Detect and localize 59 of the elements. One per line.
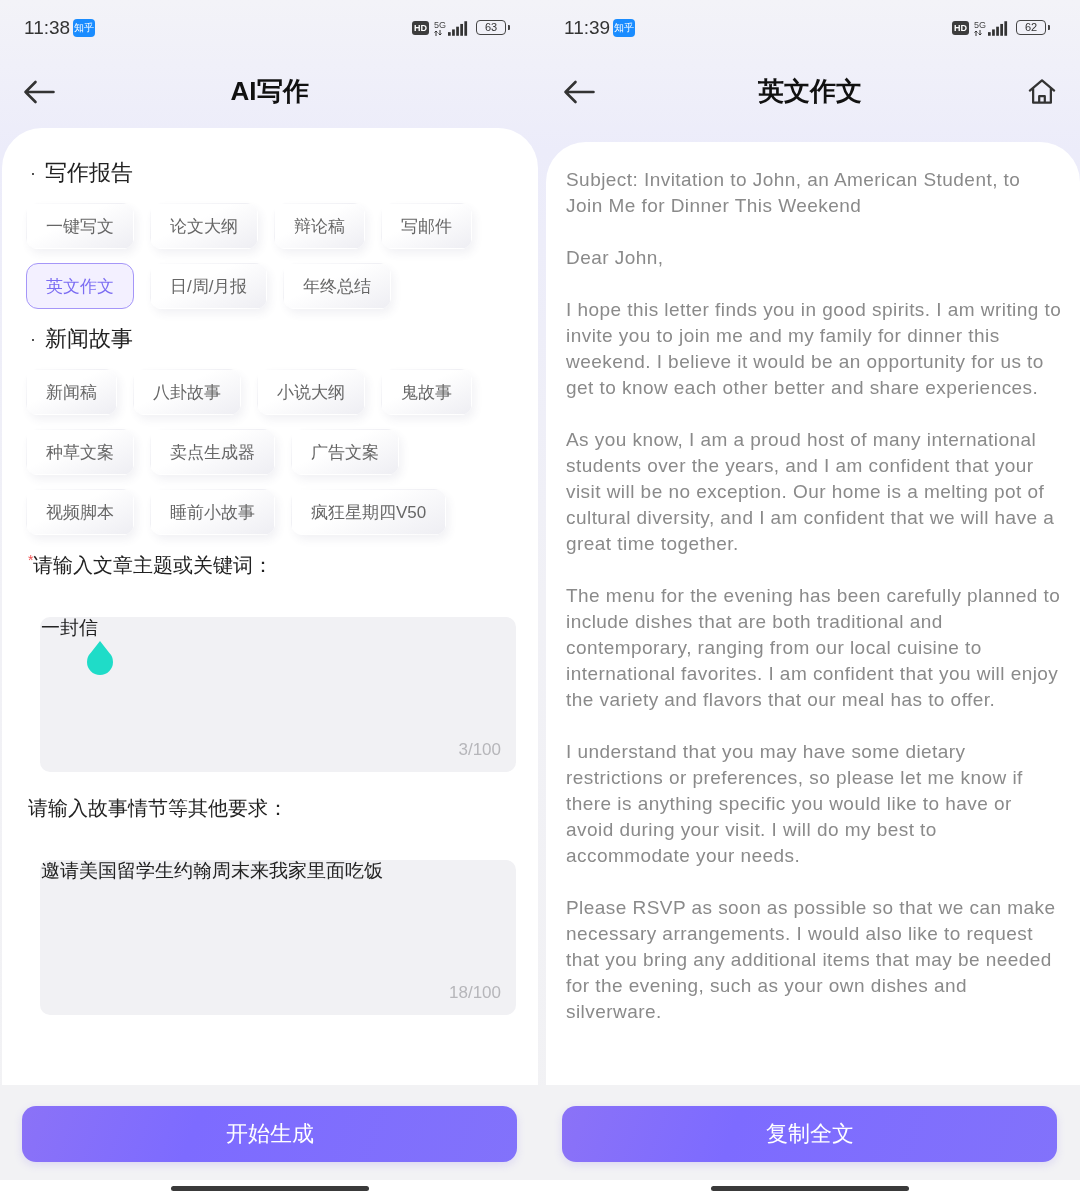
status-time: 11:39 <box>564 16 611 39</box>
copy-all-button[interactable]: 复制全文 <box>562 1106 1057 1162</box>
category-chip[interactable]: 小说大纲 <box>257 369 365 415</box>
section-title: 写作报告 <box>45 159 133 187</box>
app-badge: 知乎 <box>73 18 96 37</box>
bullet-point: · <box>30 328 37 350</box>
category-chip[interactable]: 一键写文 <box>26 203 134 249</box>
status-time: 11:38 <box>24 16 71 39</box>
category-chip[interactable]: 疯狂星期四V50 <box>291 489 447 535</box>
signal-icon <box>448 20 468 36</box>
home-icon <box>1028 78 1056 105</box>
category-chip[interactable]: 视频脚本 <box>26 489 134 535</box>
essay-paragraph: As you know, I am a proud host of many international students over the years, and I am confident that your visit will be no exception. Our home is a melting pot of cultural diversity, and I am confident that we will have a great time together. <box>566 428 1056 556</box>
category-chip[interactable]: 广告文案 <box>291 429 399 475</box>
category-chip[interactable]: 年终总结 <box>283 263 392 309</box>
category-chip[interactable]: 八卦故事 <box>133 369 241 415</box>
text-area-field[interactable]: 一封信 3/100 <box>40 617 516 772</box>
category-chip[interactable]: 鬼故事 <box>381 369 472 415</box>
data-arrows-icon <box>434 29 442 36</box>
category-chip[interactable]: 英文作文 <box>26 263 134 309</box>
network-type: 5G <box>974 19 986 30</box>
text-area-field[interactable]: 邀请美国留学生约翰周末来我家里面吃饭 18/100 <box>40 860 516 1015</box>
essay-paragraph: I hope this letter finds you in good spirits. I am writing to invite you to join me and my family for dinner this weekend. I believe it would be an opportunity for us to get to know each other better and share experiences. <box>566 298 1062 400</box>
network-type: 5G <box>434 19 446 30</box>
hd-badge: HD <box>412 20 429 35</box>
bullet-point: · <box>30 162 37 184</box>
essay-paragraph: Please RSVP as soon as possible so that we can make necessary arrangements. I would also like to request that you bring any additional items that may be needed for the evening, such as your own dishes and silverware. <box>566 896 1057 1024</box>
essay-paragraph: The menu for the evening has been carefully planned to include dishes that are both traditional and contemporary, ranging from our local cuisine to international favorites. I am confident that you will enjoy the variety and flavors that our meal has to offer. <box>566 584 1062 712</box>
back-arrow-icon <box>563 79 595 104</box>
page-title: 英文作文 <box>757 75 862 108</box>
app-badge: 知乎 <box>613 18 636 37</box>
essay-paragraph: Subject: Invitation to John, an American Student, to Join Me for Dinner This Weekend <box>566 168 1022 218</box>
input-text: 邀请美国留学生约翰周末来我家里面吃饭 <box>41 860 383 882</box>
category-chip[interactable]: 新闻稿 <box>26 369 117 415</box>
back-arrow-icon <box>23 79 55 104</box>
back-button[interactable] <box>23 79 55 104</box>
category-chip[interactable]: 写邮件 <box>381 203 472 249</box>
essay-paragraph: Dear John, <box>566 246 665 270</box>
input-text: 一封信 <box>41 617 98 639</box>
field-label: 请输入故事情节等其他要求： <box>28 796 288 821</box>
generate-button[interactable]: 开始生成 <box>22 1106 517 1162</box>
signal-icon <box>988 20 1008 36</box>
category-chip[interactable]: 种草文案 <box>26 429 134 475</box>
cursor-handle-icon[interactable] <box>87 641 113 675</box>
back-button[interactable] <box>563 79 595 104</box>
page-title: AI写作 <box>230 75 309 108</box>
essay-paragraph: I understand that you may have some dietary restrictions or preferences, so please let me know if there is anything specific you would like to have or avoid during your visit. I will do my best to accommodate your needs. <box>566 740 1024 868</box>
category-chip[interactable]: 论文大纲 <box>150 203 258 249</box>
field-label: *请输入文章主题或关键词： <box>28 551 274 578</box>
data-arrows-icon <box>974 29 982 36</box>
category-chip[interactable]: 睡前小故事 <box>150 489 275 535</box>
section-title: 新闻故事 <box>45 325 133 353</box>
hd-badge: HD <box>952 20 969 35</box>
category-chip[interactable]: 日/周/月报 <box>150 263 268 309</box>
home-button[interactable] <box>1028 78 1056 105</box>
character-counter: 3/100 <box>458 740 501 760</box>
category-chip[interactable]: 卖点生成器 <box>150 429 275 475</box>
category-chip[interactable]: 辩论稿 <box>274 203 365 249</box>
character-counter: 18/100 <box>449 983 501 1003</box>
